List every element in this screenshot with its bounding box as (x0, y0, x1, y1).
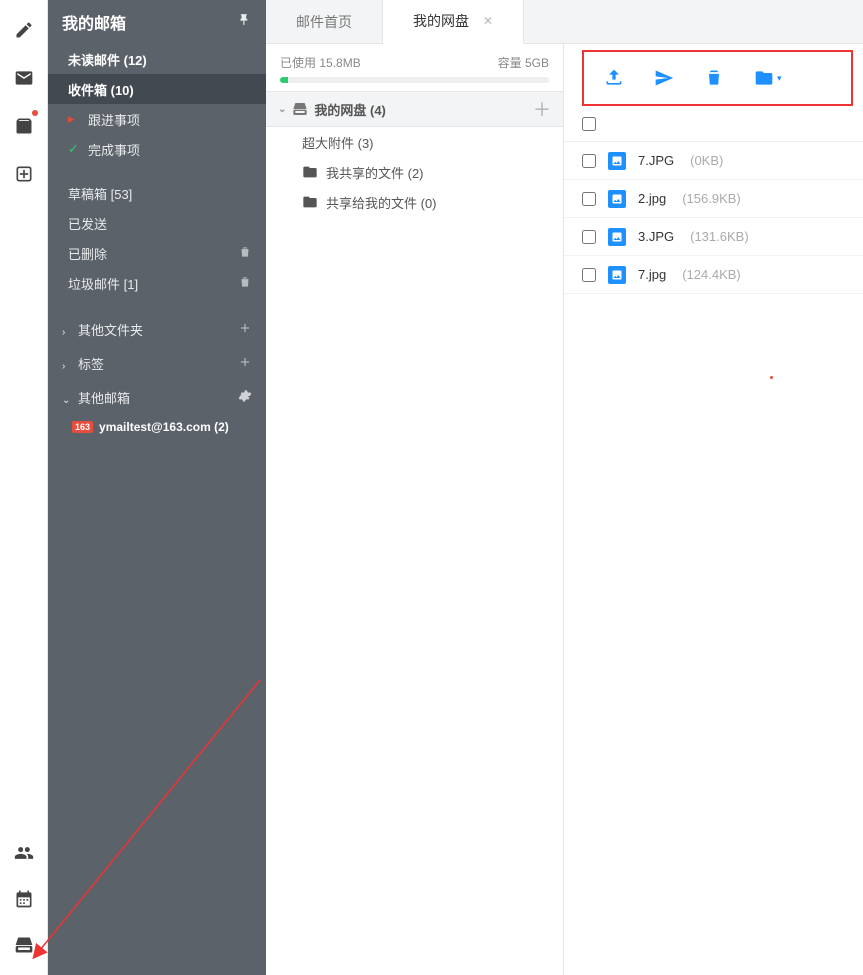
archive-icon[interactable] (8, 110, 40, 142)
chevron-down-icon: ⌄ (62, 395, 72, 406)
file-checkbox[interactable] (582, 192, 596, 206)
file-pane: ▾ 7.JPG (0KB) 2.jpg (156.9KB) 3.JPG (131.6KB)… (564, 44, 863, 975)
folder-icon (302, 164, 318, 180)
sidebar-item-deleted[interactable]: 已删除 (48, 238, 266, 268)
file-name: 7.jpg (638, 267, 666, 282)
file-row[interactable]: 2.jpg (156.9KB) (564, 180, 863, 218)
image-thumb-icon (608, 228, 626, 246)
add-icon[interactable] (8, 158, 40, 190)
sidebar-item-followup[interactable]: ▸跟进事项 (48, 104, 266, 134)
calendar-icon[interactable] (8, 883, 40, 915)
sidebar-account[interactable]: 163 ymailtest@163.com (2) (48, 414, 266, 440)
file-size: (0KB) (690, 153, 723, 168)
disk-nav-big-attach[interactable]: 超大附件 (3) (266, 127, 563, 157)
sidebar-title: 我的邮箱 (62, 10, 126, 34)
file-checkbox[interactable] (582, 268, 596, 282)
folder-action-button[interactable]: ▾ (754, 68, 782, 88)
gear-icon[interactable] (238, 389, 252, 406)
sidebar: 我的邮箱 未读邮件 (12) 收件箱 (10) ▸跟进事项 ✓完成事项 草稿箱 … (48, 0, 266, 975)
drive-icon (292, 101, 308, 117)
disk-toolbar: ▾ (582, 50, 853, 106)
file-list-header (564, 106, 863, 142)
check-green-icon: ✓ (68, 141, 82, 157)
file-checkbox[interactable] (582, 230, 596, 244)
file-row[interactable]: 3.JPG (131.6KB) (564, 218, 863, 256)
disk-icon[interactable] (8, 929, 40, 961)
close-icon[interactable]: ✕ (483, 14, 493, 28)
sidebar-section-tags[interactable]: ›标签 (48, 346, 266, 380)
file-list: 7.JPG (0KB) 2.jpg (156.9KB) 3.JPG (131.6KB) 7.… (564, 142, 863, 294)
sidebar-section-other-mail[interactable]: ⌄其他邮箱 (48, 380, 266, 414)
flag-red-icon: ▸ (68, 111, 82, 127)
storage-info: 已使用 15.8MB 容量 5GB (266, 44, 563, 91)
select-all-checkbox[interactable] (582, 117, 596, 131)
account-badge: 163 (72, 421, 93, 433)
notification-dot-icon (32, 110, 38, 116)
file-size: (156.9KB) (682, 191, 741, 206)
sidebar-item-inbox[interactable]: 收件箱 (10) (48, 74, 266, 104)
file-name: 7.JPG (638, 153, 674, 168)
mail-icon[interactable] (8, 62, 40, 94)
disk-nav-my-shared[interactable]: 我共享的文件 (2) (266, 157, 563, 187)
pin-icon[interactable] (238, 13, 252, 32)
caret-down-icon: ▾ (777, 73, 782, 84)
image-thumb-icon (608, 266, 626, 284)
chevron-down-icon: ⌄ (278, 104, 286, 115)
add-disk-folder-icon[interactable]: ＋ (533, 96, 551, 122)
file-row[interactable]: 7.jpg (124.4KB) (564, 256, 863, 294)
upload-button[interactable] (604, 68, 624, 88)
send-button[interactable] (654, 68, 674, 88)
image-thumb-icon (608, 190, 626, 208)
folder-icon (302, 194, 318, 210)
sidebar-item-unread[interactable]: 未读邮件 (12) (48, 44, 266, 74)
sidebar-item-junk[interactable]: 垃圾邮件 [1] (48, 268, 266, 298)
file-name: 3.JPG (638, 229, 674, 244)
file-row[interactable]: 7.JPG (0KB) (564, 142, 863, 180)
trash-icon[interactable] (238, 275, 252, 292)
chevron-right-icon: › (62, 361, 72, 372)
image-thumb-icon (608, 152, 626, 170)
chevron-right-icon: › (62, 327, 72, 338)
file-name: 2.jpg (638, 191, 666, 206)
tab-bar: 邮件首页 我的网盘 ✕ (266, 0, 863, 44)
disk-nav-root[interactable]: ⌄ 我的网盘 (4) ＋ (266, 91, 563, 127)
sidebar-header: 我的邮箱 (48, 0, 266, 44)
annotation-dot (770, 376, 773, 379)
disk-nav-column: 已使用 15.8MB 容量 5GB ⌄ 我的网盘 (4) ＋ 超大附件 (3) (266, 44, 564, 975)
add-tag-icon[interactable] (238, 355, 252, 372)
sidebar-section-other-folders[interactable]: ›其他文件夹 (48, 312, 266, 346)
compose-icon[interactable] (8, 14, 40, 46)
storage-progress (280, 77, 549, 83)
add-folder-icon[interactable] (238, 321, 252, 338)
sidebar-item-done[interactable]: ✓完成事项 (48, 134, 266, 164)
sidebar-item-drafts[interactable]: 草稿箱 [53] (48, 178, 266, 208)
file-size: (124.4KB) (682, 267, 741, 282)
trash-icon[interactable] (238, 245, 252, 262)
tab-my-disk[interactable]: 我的网盘 ✕ (383, 0, 524, 44)
contacts-icon[interactable] (8, 837, 40, 869)
main-pane: 邮件首页 我的网盘 ✕ 已使用 15.8MB 容量 5GB ⌄ (266, 0, 863, 975)
tab-mail-home[interactable]: 邮件首页 (266, 0, 383, 43)
file-size: (131.6KB) (690, 229, 749, 244)
file-checkbox[interactable] (582, 154, 596, 168)
delete-button[interactable] (704, 68, 724, 88)
icon-rail (0, 0, 48, 975)
sidebar-item-sent[interactable]: 已发送 (48, 208, 266, 238)
disk-nav-shared-to-me[interactable]: 共享给我的文件 (0) (266, 187, 563, 217)
